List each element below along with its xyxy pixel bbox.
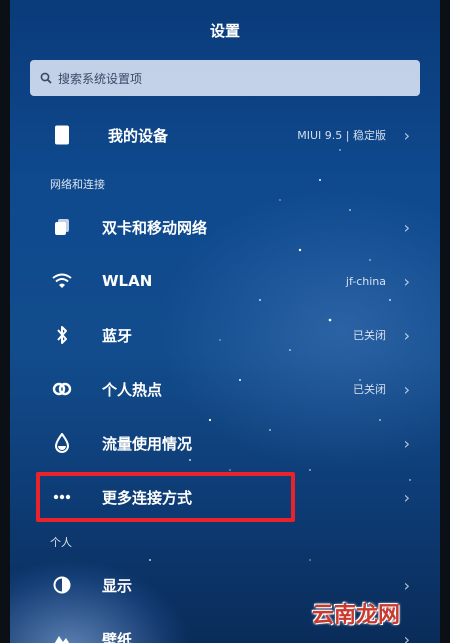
phone-device-icon xyxy=(52,125,72,145)
chevron-right-icon: › xyxy=(403,125,410,145)
search-icon xyxy=(40,72,52,84)
sim-card-icon xyxy=(52,217,72,237)
data-usage-icon xyxy=(52,433,72,453)
my-device-version: MIUI 9.5 | 稳定版 xyxy=(297,129,386,142)
my-device-label: 我的设备 xyxy=(108,126,169,145)
device-bezel-left xyxy=(0,0,10,643)
wallpaper-label: 壁纸 xyxy=(102,630,133,643)
bluetooth-row[interactable]: 蓝牙 已关闭 › xyxy=(10,308,440,362)
chevron-right-icon: › xyxy=(403,433,410,453)
chevron-right-icon: › xyxy=(403,379,410,399)
section-personal-header: 个人 xyxy=(50,536,72,549)
dual-sim-label: 双卡和移动网络 xyxy=(102,218,208,237)
device-bezel-right xyxy=(440,0,450,643)
chevron-right-icon: › xyxy=(403,325,410,345)
sidebar-item-dual-sim[interactable]: 双卡和移动网络 › xyxy=(10,200,440,254)
display-icon xyxy=(52,575,72,595)
bluetooth-label: 蓝牙 xyxy=(102,326,133,345)
bluetooth-status: 已关闭 xyxy=(353,329,386,342)
search-placeholder: 搜索系统设置项 xyxy=(58,71,143,86)
section-network-header: 网络和连接 xyxy=(50,178,105,191)
wlan-row[interactable]: WLAN jf-china › xyxy=(10,254,440,308)
chevron-right-icon: › xyxy=(403,271,410,291)
page-title: 设置 xyxy=(209,22,240,40)
chevron-right-icon: › xyxy=(403,487,410,507)
hotspot-label: 个人热点 xyxy=(102,380,163,399)
bluetooth-icon xyxy=(52,325,72,345)
data-usage-label: 流量使用情况 xyxy=(102,434,193,453)
search-bar[interactable]: 搜索系统设置项 xyxy=(30,60,420,96)
chevron-right-icon: › xyxy=(403,575,410,595)
settings-screen: 设置 搜索系统设置项 我的设备 MIUI 9.5 | 稳定版 › 网络和连接 双… xyxy=(10,0,440,643)
my-device-row[interactable]: 我的设备 MIUI 9.5 | 稳定版 › xyxy=(10,108,440,162)
wifi-icon xyxy=(52,271,72,291)
highlight-box xyxy=(36,472,295,522)
data-usage-row[interactable]: 流量使用情况 › xyxy=(10,416,440,470)
wallpaper-icon xyxy=(52,629,72,643)
hotspot-row[interactable]: 个人热点 已关闭 › xyxy=(10,362,440,416)
chevron-right-icon: › xyxy=(403,629,410,643)
hotspot-icon xyxy=(52,379,72,399)
watermark-logo: 云南龙网 xyxy=(312,602,401,628)
display-label: 显示 xyxy=(102,576,133,595)
wlan-network-name: jf-china xyxy=(345,274,386,288)
chevron-right-icon: › xyxy=(403,217,410,237)
hotspot-status: 已关闭 xyxy=(353,383,386,396)
wlan-label: WLAN xyxy=(102,272,153,290)
